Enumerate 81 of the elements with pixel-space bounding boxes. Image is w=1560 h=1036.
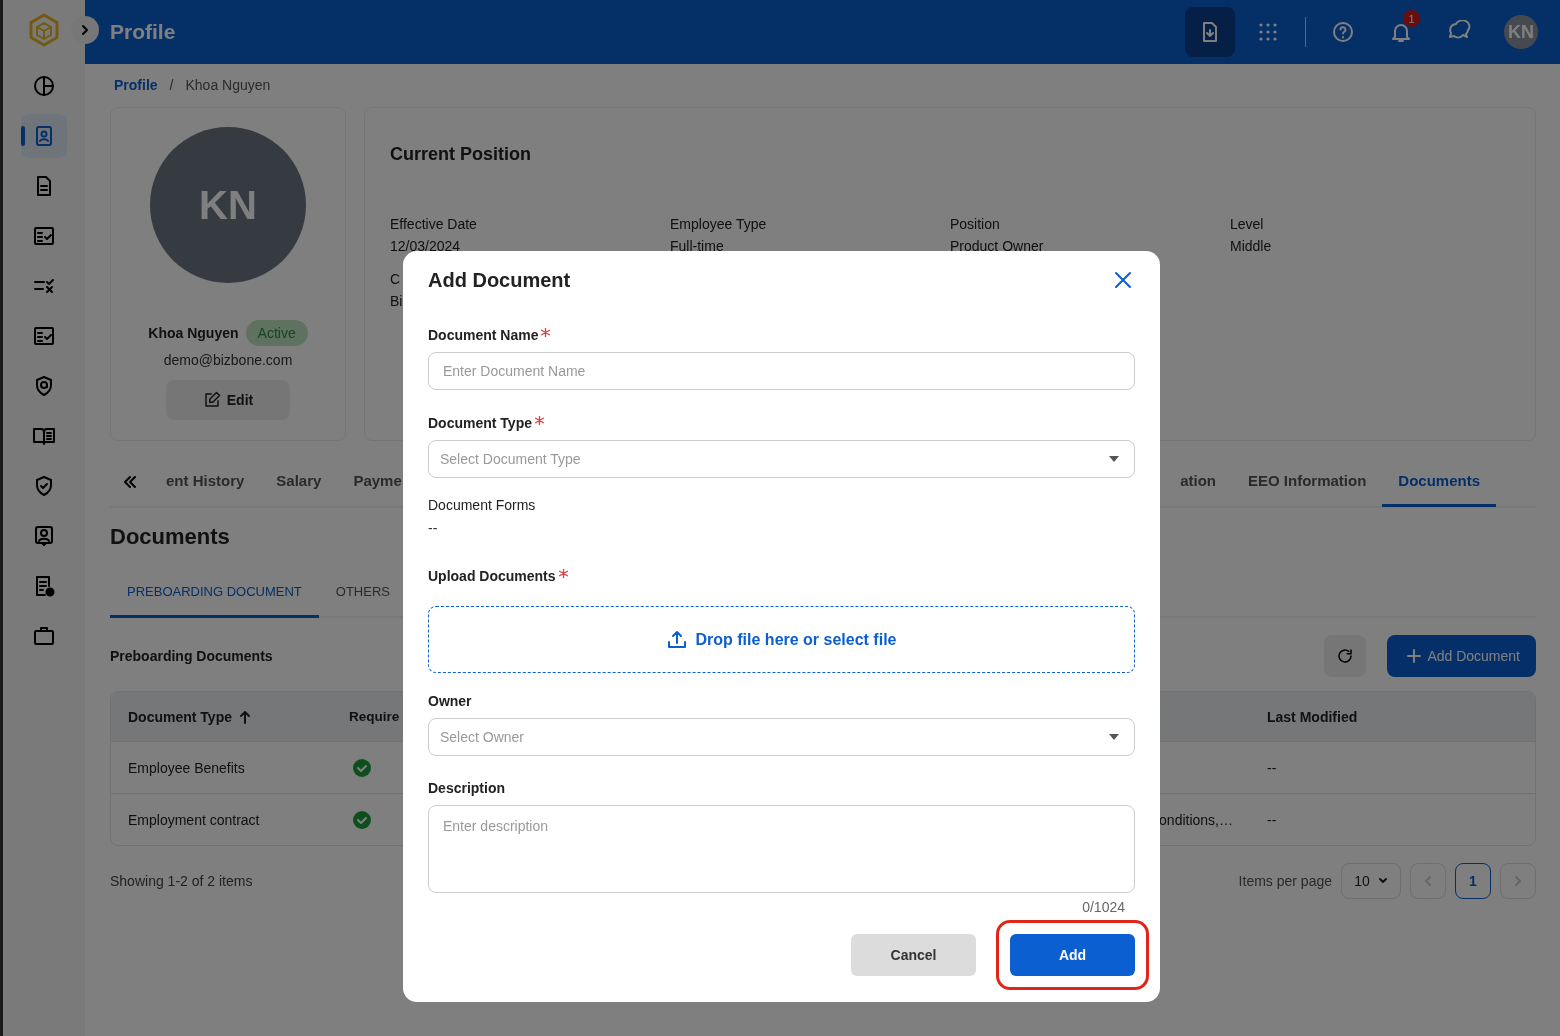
file-drop-zone[interactable]: Drop file here or select file — [428, 606, 1135, 673]
profile-tab[interactable]: Salary — [260, 457, 338, 507]
card-title: Current Position — [390, 144, 532, 165]
field-value: -- — [428, 520, 439, 537]
field-label: C — [390, 270, 401, 289]
dropdown-arrow-icon — [1108, 455, 1120, 463]
field-label: Effective Date — [390, 215, 477, 234]
select-field[interactable]: Select Owner — [428, 718, 1135, 756]
briefcase-icon — [32, 624, 56, 648]
document-tab[interactable]: PREBOARDING DOCUMENT — [110, 568, 319, 618]
document-tab[interactable]: OTHERS — [318, 568, 407, 618]
add-button[interactable]: Add — [1010, 934, 1135, 976]
close-icon — [1114, 271, 1132, 289]
upload-icon — [666, 629, 687, 650]
results-summary: Showing 1-2 of 2 items — [110, 873, 253, 889]
sidebar-item[interactable] — [21, 114, 67, 158]
column-header: Last Modified — [1250, 692, 1535, 741]
double-chevron-left-icon — [123, 475, 137, 489]
field-label: Upload Documents — [428, 568, 556, 584]
cancel-button[interactable]: Cancel — [851, 934, 976, 976]
field-label: Document Type — [428, 415, 532, 431]
description-field[interactable]: Enter description — [428, 805, 1135, 893]
notifications-button[interactable]: 1 — [1376, 7, 1426, 57]
field-label: Employee Type — [670, 215, 767, 234]
table-cell: -- — [1250, 793, 1535, 845]
items-per-page-label: Items per page — [1238, 873, 1332, 889]
profile-tab[interactable]: Payme — [337, 457, 418, 507]
edit-icon — [202, 391, 221, 409]
field-label: Description — [428, 780, 505, 796]
pie-chart-icon — [32, 74, 56, 98]
table-cell: -- — [1250, 741, 1535, 793]
field-value: Product Owner — [950, 237, 1044, 256]
notification-badge: 1 — [1403, 10, 1420, 27]
dropdown-arrow-icon — [1108, 733, 1120, 741]
chevron-right-icon — [79, 24, 91, 36]
page-title: Profile — [110, 20, 177, 44]
table-title: Preboarding Documents — [110, 648, 273, 664]
field-value: Full-time — [670, 237, 724, 256]
refresh-button[interactable] — [1324, 635, 1367, 677]
table-cell: Employment contract — [111, 793, 336, 845]
edit-button[interactable]: Edit — [166, 380, 290, 420]
section-heading: Documents — [110, 524, 230, 550]
select-field[interactable]: Select Document Type — [428, 440, 1135, 478]
chevron-down-icon — [1377, 876, 1388, 886]
table-cell: Employee Benefits — [111, 741, 336, 793]
character-counter: 0/1024 — [1082, 898, 1125, 916]
field-label: Owner — [428, 693, 472, 709]
help-icon — [1331, 20, 1355, 44]
field-label: Document Forms — [428, 497, 536, 513]
download-button[interactable] — [1185, 7, 1235, 57]
text-field[interactable]: Enter Document Name — [428, 352, 1135, 390]
profile-tab[interactable]: ent History — [150, 457, 261, 507]
employee-name: Khoa Nguyen — [148, 325, 239, 341]
sort-up-icon — [238, 709, 252, 724]
field-label: Level — [1230, 215, 1264, 234]
dialog-title: Add Document — [428, 268, 571, 292]
page-button[interactable]: 1 — [1455, 863, 1491, 899]
breadcrumb-separator: / — [169, 77, 174, 93]
breadcrumb-link[interactable]: Profile — [114, 77, 158, 93]
checklist-icon — [32, 224, 56, 248]
status-badge: Active — [245, 320, 308, 346]
plus-icon — [1407, 649, 1422, 663]
field-value: Bi — [390, 292, 403, 311]
column-header[interactable]: Document Type — [111, 692, 336, 741]
field-value: 12/03/2024 — [390, 237, 461, 256]
refresh-icon — [1336, 647, 1355, 665]
chevron-left-icon — [1423, 876, 1433, 886]
employee-email: demo@bizbone.com — [163, 352, 293, 368]
profile-avatar: KN — [150, 127, 306, 283]
add-document-button[interactable]: Add Document — [1387, 635, 1536, 677]
breadcrumb-current: Khoa Nguyen — [185, 77, 271, 93]
user-badge-icon — [32, 524, 56, 548]
page-size-select[interactable]: 10 — [1341, 863, 1401, 899]
profile-tab[interactable]: ation — [1164, 457, 1232, 507]
field-label: Document Name — [428, 327, 539, 343]
checklist-icon — [32, 324, 56, 348]
field-value: Middle — [1230, 237, 1272, 256]
profile-tab[interactable]: EEO Information — [1231, 457, 1383, 507]
chevron-right-icon — [1513, 876, 1523, 886]
profile-tab[interactable]: Documents — [1382, 457, 1496, 507]
field-label: Position — [950, 215, 1000, 234]
